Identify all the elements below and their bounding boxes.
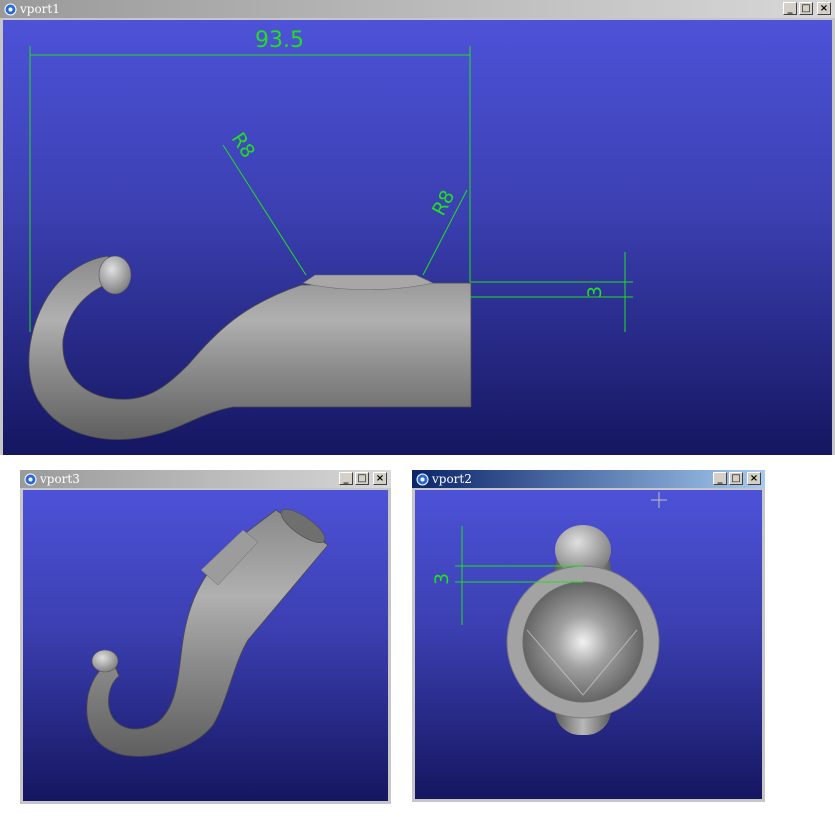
close-button[interactable]: ×	[747, 472, 761, 485]
vport1-titlebar[interactable]: vport1 _ □ ×	[0, 0, 835, 18]
vport3-canvas[interactable]	[23, 490, 388, 801]
minimize-button[interactable]: _	[783, 2, 797, 15]
gear-icon[interactable]	[23, 472, 37, 486]
hook-part-side-view	[28, 255, 472, 440]
dimension-radius-left-label: R8	[227, 129, 259, 162]
minimize-button[interactable]: _	[339, 472, 353, 485]
gear-icon[interactable]	[415, 472, 429, 486]
close-button[interactable]: ×	[373, 472, 387, 485]
dimension-offset-end-label: 3	[431, 573, 453, 585]
vport1-canvas[interactable]: 93.5 R8 R8 3	[3, 20, 832, 455]
minimize-button[interactable]: _	[713, 472, 727, 485]
dimension-length-label: 93.5	[255, 28, 304, 53]
dimension-offset-label: 3	[584, 286, 606, 298]
maximize-button[interactable]: □	[799, 2, 813, 15]
vport2-titlebar[interactable]: vport2 _ □ ×	[412, 470, 765, 488]
hook-part-isometric-view	[86, 509, 329, 757]
maximize-button[interactable]: □	[355, 472, 369, 485]
vport1-title: vport1	[20, 2, 60, 16]
vport1-window[interactable]: vport1 _ □ × 93.5 R8 R8 3	[0, 0, 835, 455]
vport2-window[interactable]: vport2 _ □ × 3	[412, 470, 765, 802]
hook-part-end-view	[506, 525, 660, 735]
vport2-title: vport2	[432, 472, 472, 486]
maximize-button[interactable]: □	[729, 472, 743, 485]
vport3-window[interactable]: vport3 _ □ ×	[20, 470, 391, 804]
vport2-canvas[interactable]: 3	[415, 490, 762, 799]
gear-icon[interactable]	[3, 2, 17, 16]
crosshair-cursor	[651, 492, 667, 508]
vport3-title: vport3	[40, 472, 80, 486]
close-button[interactable]: ×	[817, 2, 831, 15]
vport3-titlebar[interactable]: vport3 _ □ ×	[20, 470, 391, 488]
